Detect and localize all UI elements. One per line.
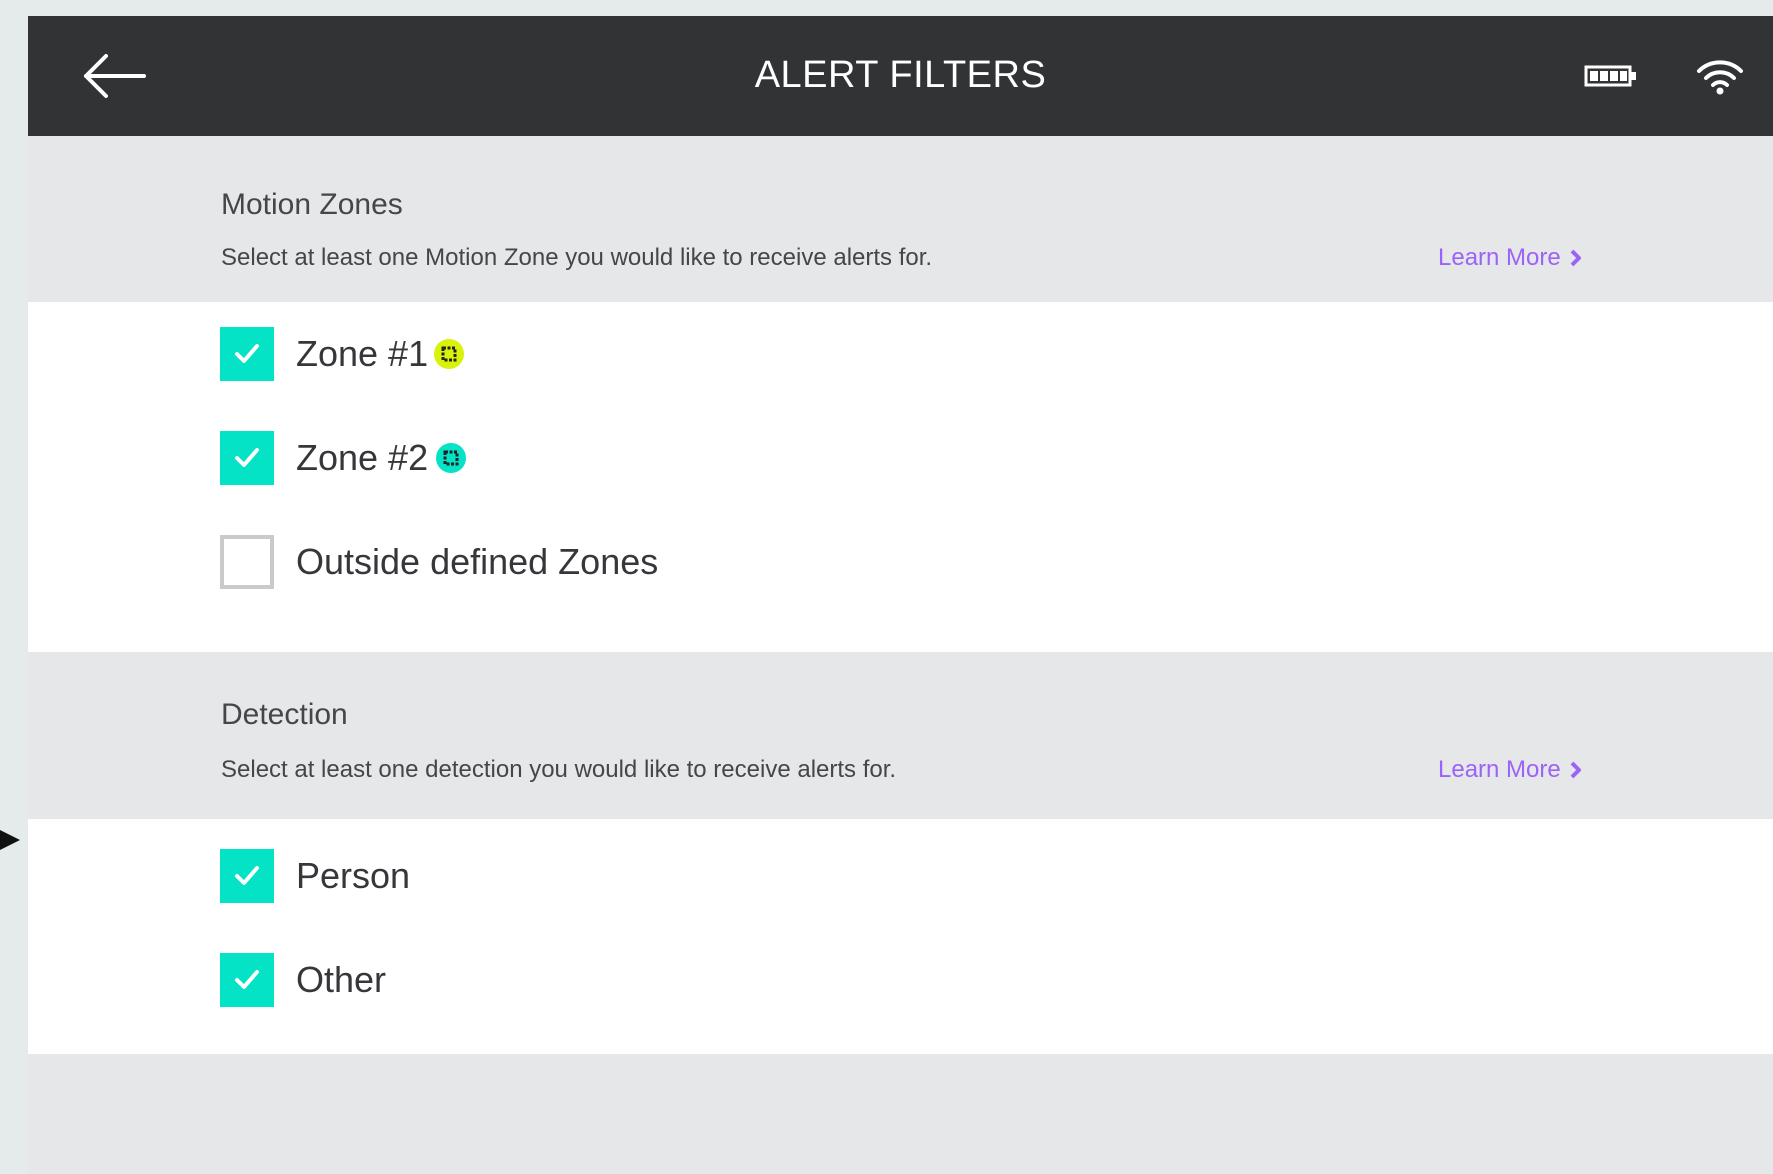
other-checkbox[interactable] <box>220 953 274 1007</box>
alert-filters-screen: ALERT FILTERS Motion Zones Select at lea… <box>28 16 1773 1174</box>
checkmark-icon <box>235 866 259 885</box>
list-item-person[interactable]: Person <box>28 836 1773 916</box>
list-item-zone-2[interactable]: Zone #2 <box>28 418 1773 498</box>
list-item-outside-zones[interactable]: Outside defined Zones <box>28 522 1773 602</box>
detection-description: Select at least one detection you would … <box>221 756 897 783</box>
learn-more-label: Learn More <box>1438 244 1561 271</box>
list-item-zone-1[interactable]: Zone #1 <box>28 314 1773 394</box>
zone-2-color-icon <box>436 443 466 473</box>
pointer-arrow-marker <box>0 830 20 850</box>
detection-section-header: Detection Select at least one detection … <box>28 652 1773 818</box>
outside-zones-label: Outside defined Zones <box>296 541 659 582</box>
motion-zones-list: Zone #1 Zone #2 Outside defined Zones <box>28 302 1773 652</box>
detection-learn-more-link[interactable]: Learn More <box>1438 756 1583 784</box>
chevron-right-icon <box>1570 761 1581 779</box>
motion-zones-section-header: Motion Zones Select at least one Motion … <box>28 136 1773 302</box>
motion-zones-title: Motion Zones <box>221 188 403 221</box>
battery-icon <box>1584 65 1636 87</box>
person-label: Person <box>296 855 411 896</box>
header-bar: ALERT FILTERS <box>28 16 1773 136</box>
checkmark-icon <box>235 344 259 363</box>
learn-more-label: Learn More <box>1438 756 1561 783</box>
detection-title: Detection <box>221 698 348 731</box>
motion-zones-learn-more-link[interactable]: Learn More <box>1438 244 1583 272</box>
wifi-icon <box>1697 60 1743 95</box>
zone-1-checkbox[interactable] <box>220 327 274 381</box>
zone-2-label: Zone #2 <box>296 437 429 478</box>
person-checkbox[interactable] <box>220 849 274 903</box>
list-item-other[interactable]: Other <box>28 940 1773 1020</box>
detection-list: Person Other <box>28 819 1773 1054</box>
chevron-right-icon <box>1570 249 1581 267</box>
zone-1-label: Zone #1 <box>296 333 429 374</box>
page-title: ALERT FILTERS <box>754 54 1047 96</box>
zone-2-checkbox[interactable] <box>220 431 274 485</box>
outside-zones-checkbox[interactable] <box>220 535 274 589</box>
checkmark-icon <box>235 970 259 989</box>
other-label: Other <box>296 959 387 1000</box>
motion-zones-description: Select at least one Motion Zone you woul… <box>221 244 933 271</box>
zone-1-color-icon <box>434 339 464 369</box>
checkmark-icon <box>235 448 259 467</box>
